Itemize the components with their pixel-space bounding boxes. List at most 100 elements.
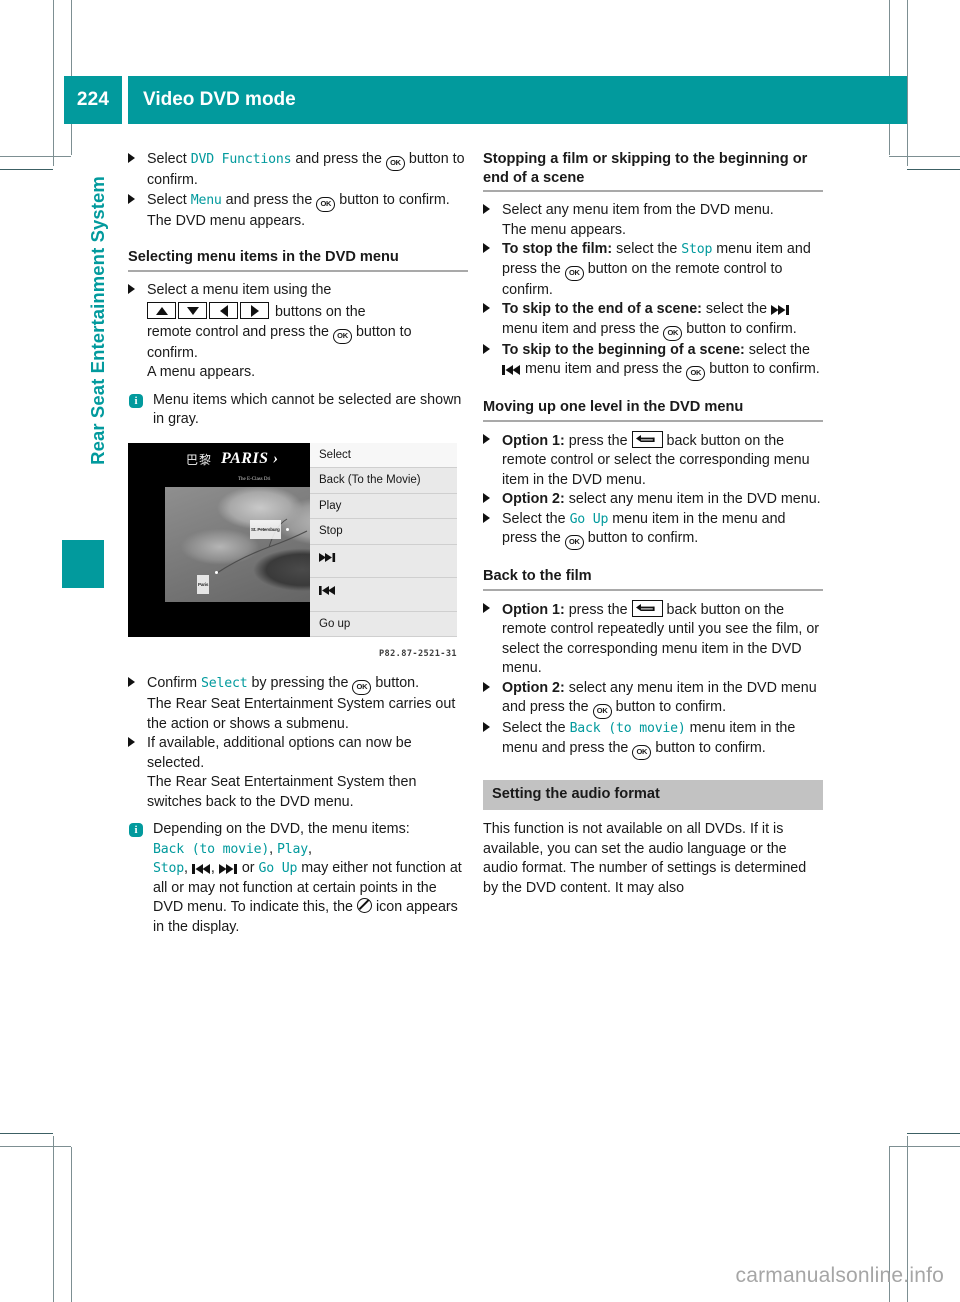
dvd-menu-item-skip-backward[interactable]	[310, 578, 457, 612]
step-text-line3: remote control and press the OK button t…	[147, 323, 468, 344]
note-gray-menu-items: i Menu items which cannot be selected ar…	[128, 391, 468, 430]
ok-button-icon: OK	[592, 704, 612, 719]
step-bullet-icon	[483, 722, 490, 732]
crop-mark-top-left-vertical	[53, 0, 54, 166]
step-text-tail: button.	[371, 675, 420, 691]
dvd-map-graphic: St. Petersburg Yeka Paris	[165, 486, 310, 602]
step-text-lead: press the	[564, 432, 632, 449]
audio-format-body-text: This function is not available on all DV…	[483, 821, 807, 896]
map-label-paris: Paris	[197, 574, 210, 594]
crop-mark-top-left-horizontal-2	[0, 169, 53, 170]
crop-mark-bottom-left-horizontal	[0, 1146, 71, 1147]
page-title: Video DVD mode	[143, 89, 296, 110]
step-select-dvd-functions: Select DVD Functions and press the OK bu…	[128, 150, 468, 191]
figure-image: 巴黎 PARIS › The E-Class Dri St. Petersbur…	[128, 442, 457, 637]
menu-term-select: Select	[201, 676, 248, 691]
menu-term-dvd-functions: DVD Functions	[190, 152, 292, 167]
step-moving-up-option-1: Option 1: press the back button on the r…	[483, 430, 823, 491]
note-text: Menu items which cannot be selected are …	[153, 391, 462, 428]
dvd-menu-item-go-up[interactable]: Go up	[310, 612, 457, 637]
step-result-text: The DVD menu appears.	[147, 212, 306, 229]
ok-button-icon: OK	[316, 196, 336, 212]
crop-mark-top-right-vertical-2	[907, 0, 908, 166]
step-bullet-icon	[128, 737, 135, 747]
step-bullet-icon	[128, 283, 135, 294]
step-result-text: The menu appears.	[502, 221, 626, 238]
step-text-lead: Confirm	[147, 675, 202, 691]
step-text-tail: button to confirm.	[335, 191, 450, 208]
crop-mark-bottom-left-vertical-2	[71, 1147, 72, 1302]
dvd-video-area: 巴黎 PARIS › The E-Class Dri St. Petersbur…	[128, 442, 310, 637]
step-text-mid: menu item and press the	[502, 320, 664, 337]
skip-forward-icon	[771, 305, 790, 315]
ok-button-icon: OK	[663, 325, 683, 341]
page-number: 224	[76, 89, 110, 110]
step-text-tail: button to confirm.	[651, 739, 766, 756]
skip-forward-icon	[218, 864, 238, 874]
step-select-menu: Select Menu and press the OK button to c…	[128, 191, 468, 232]
map-route-line	[216, 518, 308, 573]
dvd-menu-item-stop[interactable]: Stop	[310, 519, 457, 545]
step-text-mid: and press the	[221, 191, 317, 208]
heading-stopping-film: Stopping a film or skipping to the begin…	[483, 150, 823, 192]
menu-term-go-up: Go Up	[569, 511, 609, 527]
back-button-icon	[631, 599, 663, 617]
menu-term-menu: Menu	[190, 192, 222, 208]
step-bold-lead: Option 1:	[502, 432, 565, 449]
prohibited-icon	[356, 898, 372, 913]
crop-mark-top-left-horizontal	[0, 156, 71, 157]
ok-button-icon: OK	[352, 680, 372, 695]
step-bullet-icon	[483, 243, 490, 253]
arrow-left-key-icon	[209, 302, 238, 319]
step-text-after-arrows: buttons on the	[271, 304, 366, 320]
step-text-lead: If available, additional options can now…	[147, 735, 412, 771]
step-bold-lead: To skip to the end of a scene:	[502, 301, 702, 317]
dvd-menu-item-select[interactable]: Select	[310, 442, 457, 468]
step-bold-lead: Option 2:	[502, 679, 565, 696]
step-bold-lead: Option 2:	[502, 491, 565, 507]
chapter-tab-marker	[62, 540, 104, 588]
dvd-menu-item-back[interactable]: Back (To the Movie)	[310, 468, 457, 494]
map-city-dot	[215, 570, 218, 574]
step-text-lead: Select	[147, 151, 191, 167]
heading-moving-up-one-level: Moving up one level in the DVD menu	[483, 398, 823, 422]
crop-mark-top-right-horizontal	[889, 156, 960, 157]
figure-dvd-menu: 巴黎 PARIS › The E-Class Dri St. Petersbur…	[128, 442, 457, 665]
crop-mark-top-right-horizontal-2	[907, 169, 960, 170]
step-text-line4: confirm.	[147, 344, 198, 361]
crop-mark-bottom-right-horizontal-2	[907, 1133, 960, 1134]
step-back-film-option-1: Option 1: press the back button on the r…	[483, 599, 823, 679]
ok-button-icon: OK	[332, 328, 352, 344]
step-confirm-select: Confirm Select by pressing the OK button…	[128, 674, 468, 734]
step-back-film-option-2: Option 2: select any menu item in the DV…	[483, 679, 823, 719]
step-text-mid: by pressing the	[247, 675, 353, 691]
step-select-back-to-movie: Select the Back (to movie) menu item in …	[483, 719, 823, 760]
ok-button-icon: OK	[564, 535, 584, 550]
left-text-column: Select DVD Functions and press the OK bu…	[128, 150, 468, 937]
dvd-menu-item-play[interactable]: Play	[310, 494, 457, 519]
step-text-tail: button to confirm.	[682, 320, 797, 337]
step-text-line3-tail: button to	[351, 323, 412, 340]
step-additional-options: If available, additional options can now…	[128, 734, 468, 812]
skip-forward-icon	[319, 552, 336, 562]
right-text-column: Stopping a film or skipping to the begin…	[483, 150, 823, 898]
step-stop-the-film: To stop the film: select the Stop menu i…	[483, 240, 823, 300]
dvd-menu-panel: Select Back (To the Movie) Play Stop Go …	[310, 442, 457, 637]
dvd-menu-item-skip-forward[interactable]	[310, 545, 457, 578]
step-select-any-menu-item: Select any menu item from the DVD menu. …	[483, 201, 823, 240]
step-result-text: The Rear Seat Entertainment System then …	[147, 774, 417, 810]
back-button-icon	[631, 430, 663, 448]
note-terms-line: Back (to movie), Play,	[153, 840, 468, 860]
note-sep: ,	[269, 840, 278, 857]
note-sep: ,	[210, 860, 219, 876]
note-sep: or	[237, 860, 259, 876]
note-sep: ,	[308, 840, 312, 857]
note-terms-line-2: Stop, , or Go Up may either not function…	[153, 859, 468, 937]
step-moving-up-option-2: Option 2: select any menu item in the DV…	[483, 490, 823, 510]
arrow-up-key-icon	[147, 302, 176, 319]
step-text-lead: Select	[147, 191, 191, 208]
map-label-st-petersburg: St. Petersburg	[250, 519, 281, 539]
step-bullet-icon	[483, 493, 490, 503]
step-text-line1: Select a menu item using the	[147, 281, 332, 298]
menu-term-stop: Stop	[153, 861, 184, 876]
